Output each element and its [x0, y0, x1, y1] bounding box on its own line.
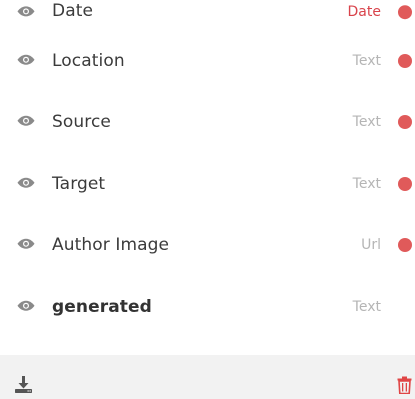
download-icon[interactable]: [14, 375, 33, 394]
field-type: Url: [361, 237, 381, 254]
eye-icon[interactable]: [17, 5, 35, 17]
field-type: Text: [352, 175, 381, 192]
field-name: Location: [52, 50, 125, 71]
eye-icon[interactable]: [17, 115, 35, 127]
eye-icon[interactable]: [17, 177, 35, 189]
field-type: Text: [352, 298, 381, 315]
field-type: Text: [352, 114, 381, 131]
status-dot: [398, 5, 412, 20]
field-row-source[interactable]: Source Text: [0, 92, 415, 154]
field-panel: Date Date Location Text Source Text Targ…: [0, 0, 415, 399]
eye-icon[interactable]: [17, 54, 35, 66]
status-dot: [398, 53, 412, 68]
field-name: Date: [52, 1, 94, 21]
status-dot: [398, 115, 412, 130]
field-row-location[interactable]: Location Text: [0, 30, 415, 92]
field-row-target[interactable]: Target Text: [0, 153, 415, 215]
field-type: Text: [352, 52, 381, 69]
field-list: Date Date Location Text Source Text Targ…: [0, 0, 415, 338]
field-type: Date: [347, 3, 381, 20]
status-dot: [398, 238, 412, 253]
status-dot: [398, 176, 412, 191]
field-row-generated[interactable]: generated Text: [0, 276, 415, 338]
panel-footer: [0, 355, 415, 399]
field-name: generated: [52, 296, 152, 317]
field-row-author-image[interactable]: Author Image Url: [0, 215, 415, 277]
trash-icon[interactable]: [397, 376, 412, 394]
field-row-date[interactable]: Date Date: [0, 0, 415, 30]
field-name: Author Image: [52, 235, 170, 256]
field-name: Target: [52, 173, 106, 194]
field-name: Source: [52, 112, 111, 133]
eye-icon[interactable]: [17, 238, 35, 250]
eye-icon[interactable]: [17, 300, 35, 312]
